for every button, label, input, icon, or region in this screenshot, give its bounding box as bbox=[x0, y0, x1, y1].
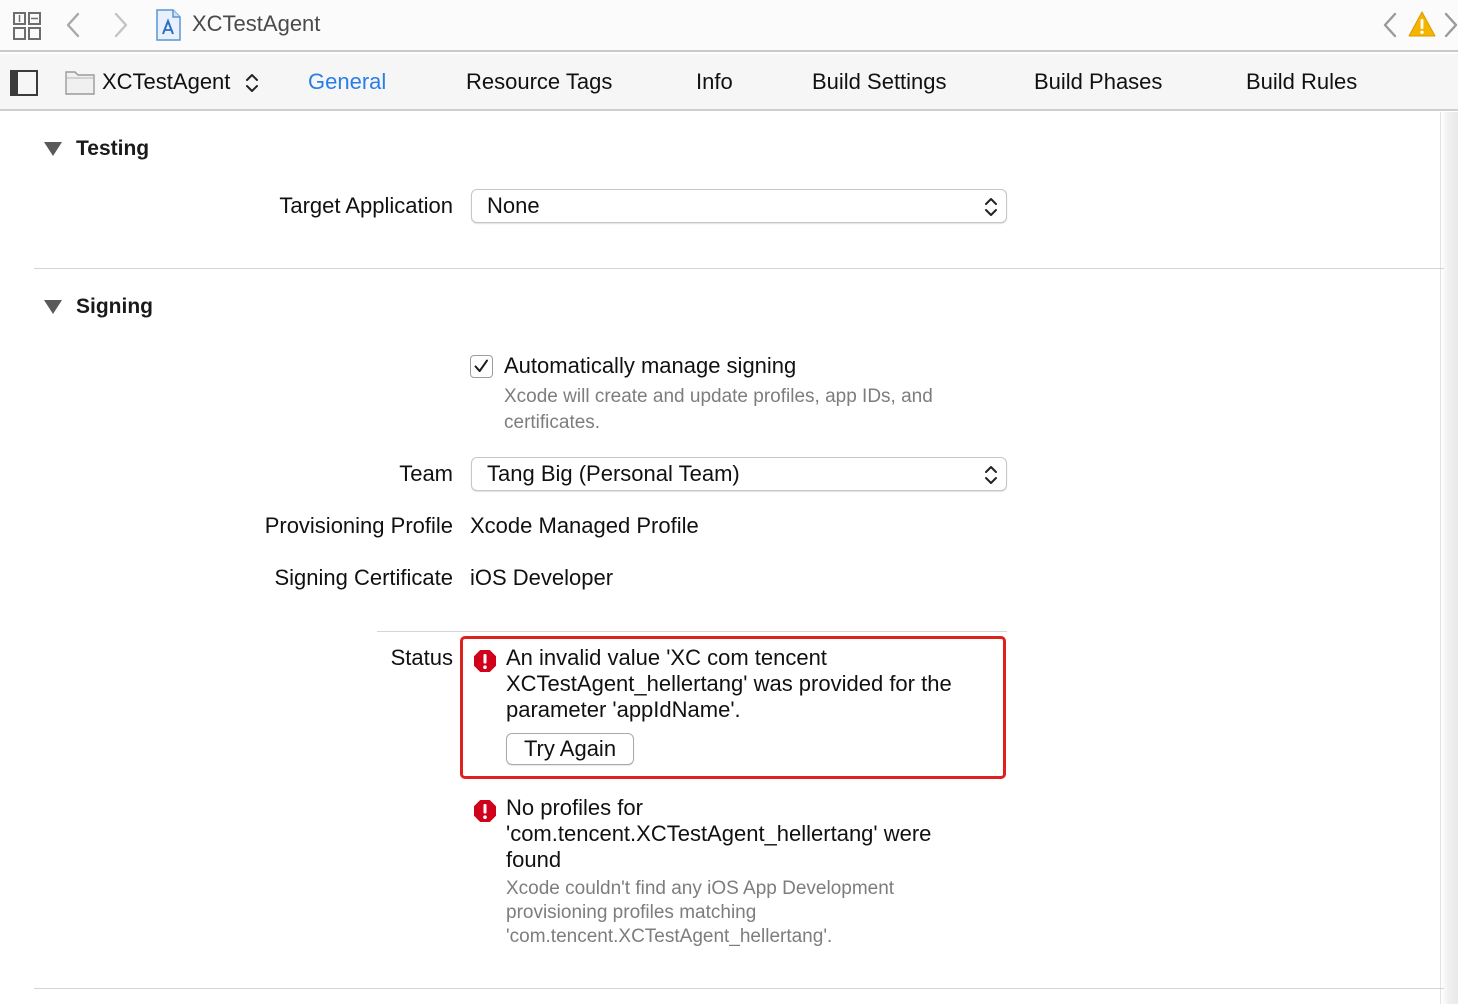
checkmark-icon bbox=[474, 359, 488, 373]
grid-icon[interactable] bbox=[12, 11, 42, 41]
error-message: XCTestAgent_hellertang' was provided for… bbox=[506, 671, 952, 696]
team-label: Team bbox=[399, 461, 453, 486]
provisioning-profile-value: Xcode Managed Profile bbox=[470, 513, 699, 538]
editor-tab-bar: XCTestAgent General Resource Tags Info B… bbox=[0, 54, 1458, 111]
next-issue-icon[interactable] bbox=[1442, 8, 1458, 42]
error-message: 'com.tencent.XCTestAgent_hellertang' wer… bbox=[506, 821, 932, 846]
target-application-label: Target Application bbox=[279, 193, 453, 218]
back-arrow-icon[interactable] bbox=[60, 8, 88, 42]
tab-info[interactable]: Info bbox=[696, 68, 733, 96]
error-message: parameter 'appIdName'. bbox=[506, 697, 741, 722]
error-message: No profiles for bbox=[506, 795, 643, 820]
up-down-chevron-icon[interactable] bbox=[243, 70, 261, 96]
warning-icon[interactable] bbox=[1408, 10, 1436, 38]
target-selector[interactable]: XCTestAgent bbox=[102, 68, 230, 96]
section-header-testing: Testing bbox=[76, 137, 150, 160]
section-divider bbox=[34, 988, 1444, 989]
auto-manage-signing-checkbox[interactable] bbox=[470, 355, 493, 378]
error-hint: Xcode couldn't find any iOS App Developm… bbox=[506, 878, 895, 899]
error-message: found bbox=[506, 847, 562, 872]
target-application-value: None bbox=[487, 193, 540, 218]
up-down-chevron-icon bbox=[985, 198, 997, 216]
section-header-signing: Signing bbox=[76, 295, 153, 318]
team-popup[interactable]: Tang Big (Personal Team) bbox=[471, 457, 1007, 491]
scrollbar-track[interactable] bbox=[1440, 112, 1458, 1004]
section-divider bbox=[34, 268, 1444, 269]
provisioning-profile-label: Provisioning Profile bbox=[264, 513, 453, 538]
disclosure-triangle-icon[interactable] bbox=[43, 298, 63, 316]
try-again-button[interactable]: Try Again bbox=[506, 733, 634, 765]
previous-issue-icon[interactable] bbox=[1378, 8, 1402, 42]
team-value: Tang Big (Personal Team) bbox=[487, 461, 740, 486]
disclosure-triangle-icon[interactable] bbox=[43, 140, 63, 158]
error-icon bbox=[474, 650, 496, 672]
auto-manage-signing-label[interactable]: Automatically manage signing bbox=[504, 352, 796, 380]
status-divider bbox=[377, 631, 1007, 632]
target-application-popup[interactable]: None bbox=[471, 189, 1007, 223]
file-title[interactable]: XCTestAgent bbox=[192, 10, 320, 38]
forward-arrow-icon[interactable] bbox=[106, 8, 134, 42]
tab-resource-tags[interactable]: Resource Tags bbox=[466, 68, 612, 96]
error-icon bbox=[474, 800, 496, 822]
status-label: Status bbox=[390, 645, 453, 670]
tab-build-settings[interactable]: Build Settings bbox=[812, 68, 947, 96]
auto-manage-hint: certificates. bbox=[504, 412, 601, 433]
tab-build-rules[interactable]: Build Rules bbox=[1246, 68, 1357, 96]
tab-build-phases[interactable]: Build Phases bbox=[1034, 68, 1162, 96]
auto-manage-hint: Xcode will create and update profiles, a… bbox=[504, 386, 933, 407]
sidebar-toggle-icon[interactable] bbox=[9, 69, 39, 97]
project-file-icon[interactable] bbox=[154, 8, 182, 42]
jump-bar: XCTestAgent bbox=[0, 0, 1458, 52]
error-hint: provisioning profiles matching bbox=[506, 902, 757, 923]
signing-certificate-label: Signing Certificate bbox=[274, 565, 453, 590]
up-down-chevron-icon bbox=[985, 466, 997, 484]
target-icon[interactable] bbox=[64, 68, 96, 96]
error-hint: 'com.tencent.XCTestAgent_hellertang'. bbox=[506, 926, 833, 947]
error-message: An invalid value 'XC com tencent bbox=[506, 645, 827, 670]
tab-general[interactable]: General bbox=[308, 68, 386, 96]
signing-certificate-value: iOS Developer bbox=[470, 565, 614, 590]
